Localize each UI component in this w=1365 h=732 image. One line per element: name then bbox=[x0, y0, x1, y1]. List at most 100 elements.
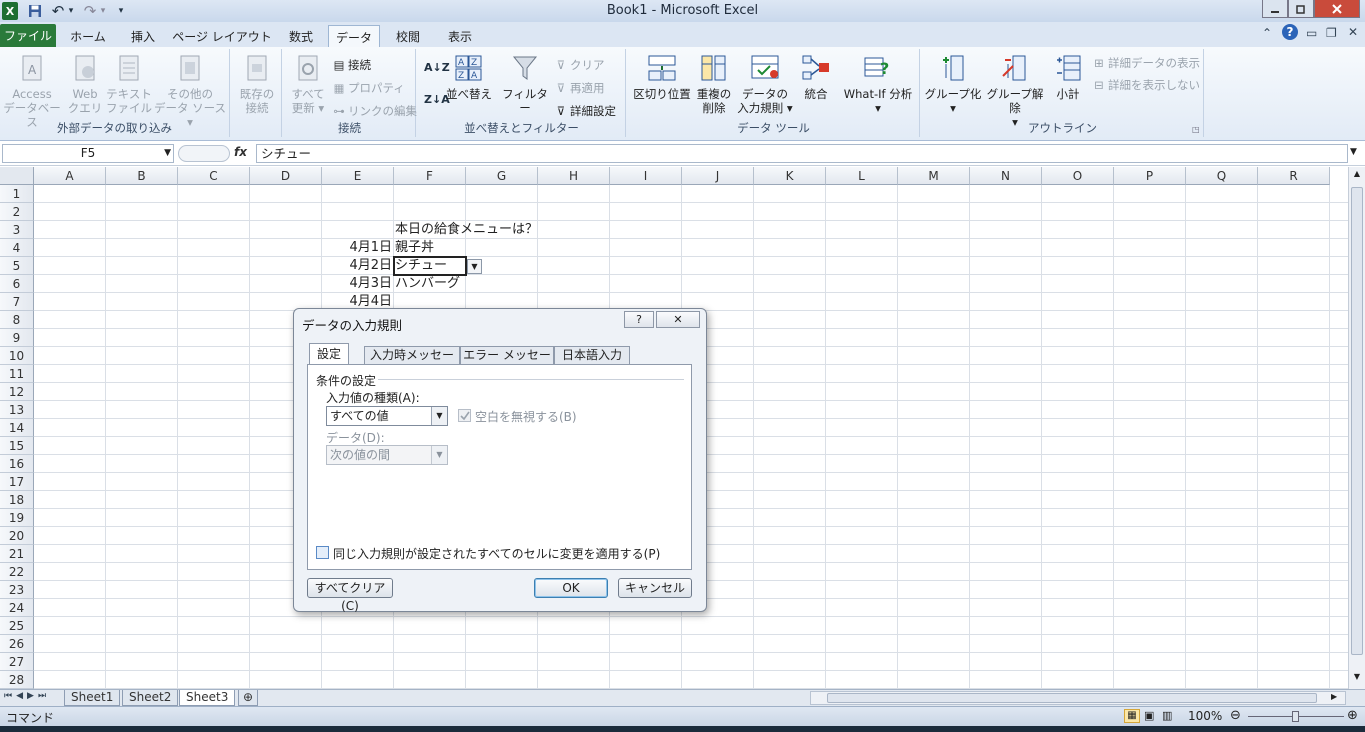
dialog-help-icon[interactable]: ? bbox=[624, 311, 654, 328]
name-box-dropdown-icon[interactable]: ▼ bbox=[164, 145, 171, 162]
filter-button[interactable]: フィルター bbox=[500, 52, 550, 115]
row-header[interactable]: 3 bbox=[0, 221, 34, 239]
row-header[interactable]: 25 bbox=[0, 617, 34, 635]
tab-file[interactable]: ファイル bbox=[0, 24, 56, 47]
row-header[interactable]: 7 bbox=[0, 293, 34, 311]
remove-duplicates-button[interactable]: 重複の 削除 bbox=[694, 52, 734, 115]
restore-icon[interactable] bbox=[1288, 0, 1314, 18]
clear-all-button[interactable]: すべてクリア(C) bbox=[307, 578, 393, 613]
sort-button[interactable]: AZZA 並べ替え bbox=[446, 52, 492, 101]
formula-input[interactable]: シチュー bbox=[256, 144, 1348, 163]
cell-e4[interactable]: 4月1日 bbox=[322, 239, 392, 257]
ok-button[interactable]: OK bbox=[534, 578, 608, 598]
column-header[interactable]: L bbox=[826, 167, 898, 185]
row-header[interactable]: 12 bbox=[0, 383, 34, 401]
column-header[interactable]: O bbox=[1042, 167, 1114, 185]
connections-button[interactable]: ▤ 接続 bbox=[332, 57, 371, 73]
zoom-in-icon[interactable]: ⊕ bbox=[1347, 708, 1358, 723]
data-select[interactable]: 次の値の間 ▼ bbox=[326, 445, 448, 465]
dialog-close-icon[interactable]: ✕ bbox=[656, 311, 700, 328]
select-all-corner[interactable] bbox=[0, 167, 34, 185]
show-detail-button[interactable]: ⊞ 詳細データの表示 bbox=[1092, 55, 1200, 71]
apply-all-checkbox[interactable] bbox=[316, 546, 329, 559]
wb-restore-icon[interactable]: ❐ bbox=[1326, 26, 1337, 40]
row-header[interactable]: 20 bbox=[0, 527, 34, 545]
cell-f4[interactable]: 親子丼 bbox=[395, 239, 434, 257]
row-header[interactable]: 2 bbox=[0, 203, 34, 221]
edit-links-button[interactable]: ⊶ リンクの編集 bbox=[332, 103, 417, 119]
row-header[interactable]: 19 bbox=[0, 509, 34, 527]
scroll-right-icon[interactable]: ▶ bbox=[1331, 692, 1337, 701]
tab-home[interactable]: ホーム bbox=[62, 25, 114, 47]
consolidate-button[interactable]: 統合 bbox=[796, 52, 836, 101]
column-header[interactable]: F bbox=[394, 167, 466, 185]
tab-formulas[interactable]: 数式 bbox=[278, 25, 324, 47]
cell-f6[interactable]: ハンバーグ bbox=[395, 275, 460, 293]
column-header[interactable]: N bbox=[970, 167, 1042, 185]
row-header[interactable]: 11 bbox=[0, 365, 34, 383]
scroll-up-icon[interactable]: ▲ bbox=[1350, 169, 1364, 183]
column-header[interactable]: M bbox=[898, 167, 970, 185]
row-header[interactable]: 28 bbox=[0, 671, 34, 689]
column-header[interactable]: C bbox=[178, 167, 250, 185]
ungroup-button[interactable]: グループ解除 ▾ bbox=[982, 52, 1048, 129]
row-header[interactable]: 15 bbox=[0, 437, 34, 455]
access-db-button[interactable]: A Access データベース bbox=[2, 52, 62, 129]
column-header[interactable]: J bbox=[682, 167, 754, 185]
scroll-down-icon[interactable]: ▼ bbox=[1350, 672, 1364, 686]
other-sources-button[interactable]: その他の データ ソース ▾ bbox=[152, 52, 228, 129]
minimize-ribbon-icon[interactable]: ⌃ bbox=[1262, 26, 1272, 40]
what-if-button[interactable]: ? What-If 分析 ▾ bbox=[838, 52, 918, 115]
reapply-button[interactable]: ⊽ 再適用 bbox=[554, 80, 605, 96]
page-break-view-icon[interactable]: ▥ bbox=[1162, 709, 1172, 722]
sheet-tab-1[interactable]: Sheet1 bbox=[64, 690, 121, 706]
sheet-tab-2[interactable]: Sheet2 bbox=[122, 690, 179, 706]
tab-page-layout[interactable]: ページ レイアウト bbox=[172, 25, 272, 47]
row-header[interactable]: 16 bbox=[0, 455, 34, 473]
group-button[interactable]: グループ化 ▾ bbox=[924, 52, 982, 115]
row-header[interactable]: 5 bbox=[0, 257, 34, 275]
existing-connections-button[interactable]: 既存の 接続 bbox=[234, 52, 280, 115]
row-header[interactable]: 24 bbox=[0, 599, 34, 617]
column-header[interactable]: Q bbox=[1186, 167, 1258, 185]
row-header[interactable]: 22 bbox=[0, 563, 34, 581]
name-box[interactable]: F5 ▼ bbox=[2, 144, 174, 163]
row-header[interactable]: 4 bbox=[0, 239, 34, 257]
sheet-tab-3[interactable]: Sheet3 bbox=[179, 690, 236, 706]
row-header[interactable]: 14 bbox=[0, 419, 34, 437]
horizontal-scroll-thumb[interactable] bbox=[827, 693, 1317, 703]
dialog-tab-input-message[interactable]: 入力時メッセージ bbox=[364, 346, 460, 379]
tab-view[interactable]: 表示 bbox=[436, 25, 484, 47]
vertical-scrollbar[interactable]: ▲ ▼ bbox=[1348, 167, 1365, 689]
cell-dropdown-icon[interactable]: ▼ bbox=[467, 259, 482, 274]
advanced-filter-button[interactable]: ⊽ 詳細設定 bbox=[554, 103, 616, 119]
cell-f3[interactable]: 本日の給食メニューは？ bbox=[395, 221, 538, 239]
column-header[interactable]: H bbox=[538, 167, 610, 185]
expand-formula-icon[interactable]: ▼ bbox=[1350, 147, 1357, 157]
column-header[interactable]: R bbox=[1258, 167, 1330, 185]
outline-launcher-icon[interactable]: ◳ bbox=[1192, 125, 1200, 134]
row-header[interactable]: 6 bbox=[0, 275, 34, 293]
cancel-button[interactable]: キャンセル bbox=[618, 578, 692, 598]
column-header[interactable]: I bbox=[610, 167, 682, 185]
column-header[interactable]: P bbox=[1114, 167, 1186, 185]
subtotal-button[interactable]: 小計 bbox=[1048, 52, 1088, 101]
zoom-slider-thumb[interactable] bbox=[1292, 711, 1299, 722]
row-header[interactable]: 17 bbox=[0, 473, 34, 491]
horizontal-scrollbar[interactable]: ▶ bbox=[810, 691, 1346, 705]
column-header[interactable]: K bbox=[754, 167, 826, 185]
tab-data[interactable]: データ bbox=[328, 25, 380, 47]
properties-button[interactable]: ▦ プロパティ bbox=[332, 80, 405, 96]
cell-e5[interactable]: 4月2日 bbox=[322, 257, 392, 275]
text-to-columns-button[interactable]: 区切り位置 bbox=[630, 52, 694, 101]
ignore-blank-checkbox[interactable] bbox=[458, 409, 471, 422]
tab-review[interactable]: 校閲 bbox=[384, 25, 432, 47]
sheet-nav-icons[interactable]: ⏮◀▶⏭ bbox=[4, 691, 50, 701]
allow-select[interactable]: すべての値 ▼ bbox=[326, 406, 448, 426]
clear-filter-button[interactable]: ⊽ クリア bbox=[554, 57, 605, 73]
column-header[interactable]: B bbox=[106, 167, 178, 185]
row-header[interactable]: 26 bbox=[0, 635, 34, 653]
help-icon[interactable]: ? bbox=[1282, 24, 1298, 40]
column-header[interactable]: E bbox=[322, 167, 394, 185]
row-header[interactable]: 21 bbox=[0, 545, 34, 563]
